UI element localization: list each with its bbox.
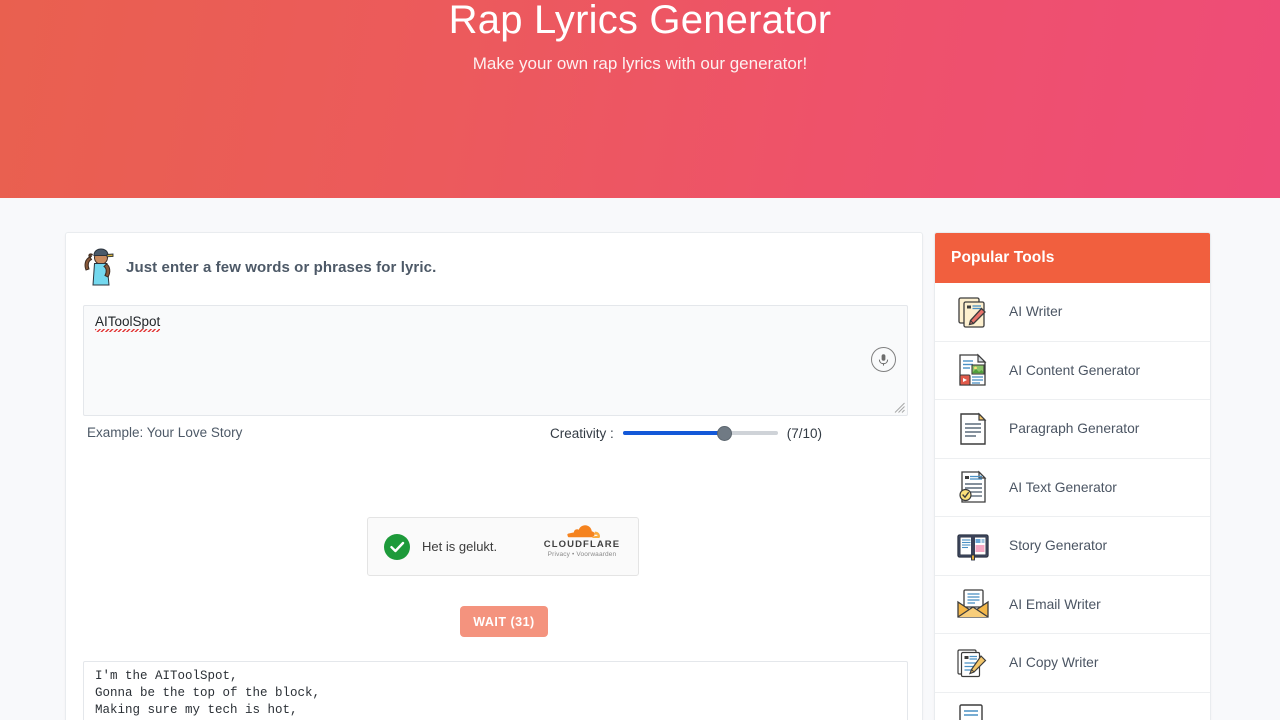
paragraph-generator-icon [960, 412, 987, 445]
sidebar-title: Popular Tools [951, 249, 1055, 266]
sidebar-item-label: Story Generator [1009, 538, 1108, 554]
ai-writer-icon [958, 297, 986, 328]
document-icon [959, 704, 983, 720]
creativity-label: Creativity : [550, 425, 614, 441]
cloudflare-wordmark: CLOUDFLARE [543, 539, 621, 550]
sidebar-item-ai-text-generator[interactable]: AI Text Generator [935, 459, 1210, 517]
page-title: Rap Lyrics Generator [448, 0, 832, 42]
popular-tools-sidebar: Popular Tools AI Writer AI Content Gener… [934, 232, 1211, 720]
slider-fill [622, 431, 726, 435]
sidebar-item-label: Paragraph Generator [1009, 421, 1140, 437]
story-generator-icon [957, 534, 989, 561]
ai-content-generator-icon [959, 353, 987, 386]
example-hint: Example: Your Love Story [87, 425, 243, 440]
lyrics-output-box[interactable]: I'm the AIToolSpot, Gonna be the top of … [83, 661, 908, 720]
lyric-input-textarea[interactable]: AIToolSpot [83, 305, 908, 416]
ai-text-generator-icon [959, 470, 987, 503]
lyric-input-value: AIToolSpot [95, 314, 161, 334]
creativity-control: Creativity : (7/10) [550, 423, 822, 443]
prompt-row: Just enter a few words or phrases for ly… [82, 247, 436, 287]
sidebar-item-story-generator[interactable]: Story Generator [935, 517, 1210, 576]
sidebar-item-label: AI Copy Writer [1009, 655, 1099, 671]
ai-copy-writer-icon [957, 649, 987, 677]
slider-thumb[interactable] [716, 426, 732, 441]
generate-wait-button[interactable]: WAIT (31) [460, 606, 548, 637]
sidebar-item-ai-copy-writer[interactable]: AI Copy Writer [935, 634, 1210, 693]
resize-handle-icon[interactable] [892, 400, 905, 413]
sidebar-item-partial[interactable] [935, 693, 1210, 720]
cloudflare-cloud-icon [567, 525, 600, 538]
prompt-label: Just enter a few words or phrases for ly… [126, 258, 437, 276]
cloudflare-turnstile-widget[interactable]: Het is gelukt. CLOUDFLARE Privacy • Voor… [367, 517, 639, 576]
page-subtitle: Make your own rap lyrics with our genera… [472, 54, 808, 73]
sidebar-item-ai-writer[interactable]: AI Writer [935, 283, 1210, 342]
sidebar-item-ai-content-generator[interactable]: AI Content Generator [935, 342, 1210, 400]
sidebar-item-label: AI Email Writer [1009, 596, 1101, 612]
page-body: Just enter a few words or phrases for ly… [0, 198, 1280, 720]
rapper-icon [84, 248, 114, 286]
sidebar-item-label: AI Content Generator [1009, 362, 1141, 378]
microphone-icon[interactable] [871, 347, 896, 372]
generator-card: Just enter a few words or phrases for ly… [65, 232, 923, 720]
sidebar-item-ai-email-writer[interactable]: AI Email Writer [935, 576, 1210, 634]
success-check-icon [384, 533, 410, 560]
lyrics-output-text: I'm the AIToolSpot, Gonna be the top of … [95, 669, 321, 717]
cloudflare-links[interactable]: Privacy • Voorwaarden [534, 550, 630, 559]
sidebar-item-label: AI Text Generator [1009, 479, 1117, 495]
turnstile-status-text: Het is gelukt. [422, 539, 498, 554]
ai-email-writer-icon [957, 589, 989, 618]
creativity-value: (7/10) [786, 425, 823, 441]
sidebar-header: Popular Tools [935, 233, 1210, 283]
creativity-slider[interactable] [622, 423, 778, 443]
page-header: Rap Lyrics Generator Make your own rap l… [0, 0, 1280, 198]
cloudflare-brand: CLOUDFLARE Privacy • Voorwaarden [534, 524, 630, 559]
sidebar-item-paragraph-generator[interactable]: Paragraph Generator [935, 400, 1210, 459]
sidebar-item-label: AI Writer [1009, 304, 1063, 320]
